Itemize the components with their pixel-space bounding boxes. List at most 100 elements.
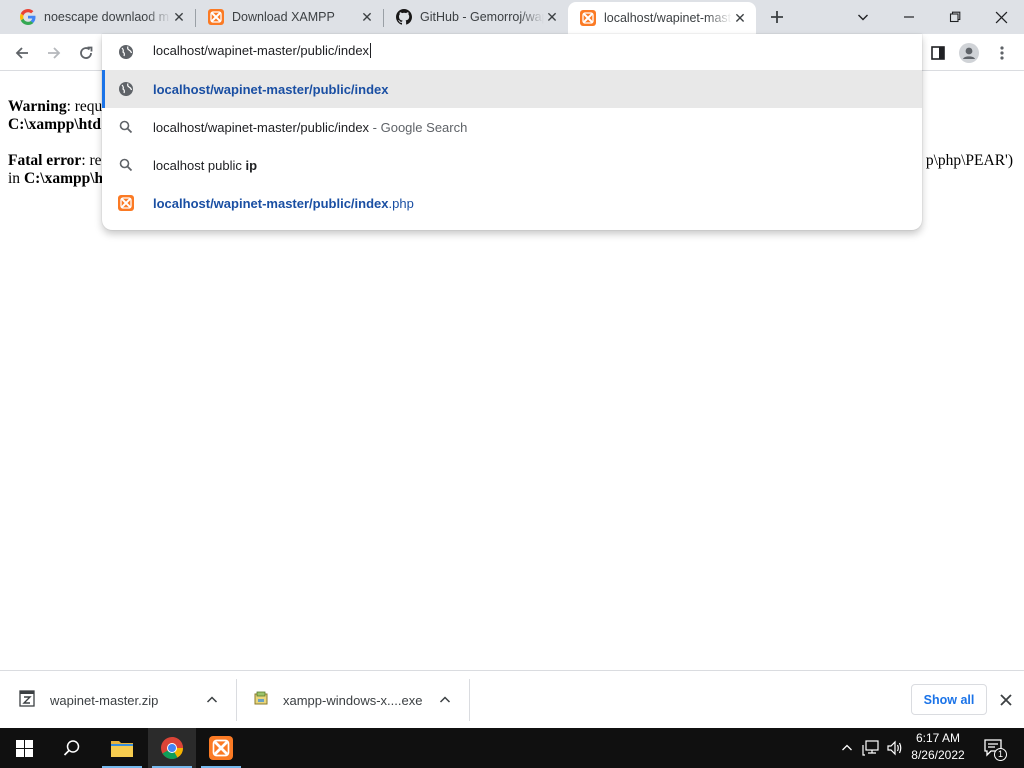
fatal-error-tail: p\php\PEAR')	[925, 152, 1013, 169]
fatal-path: C:\xampp\h	[23, 170, 104, 187]
download-filename: wapinet-master.zip	[50, 692, 159, 708]
windows-logo-icon	[15, 739, 33, 757]
network-button[interactable]	[860, 728, 882, 768]
arrow-right-icon	[48, 47, 61, 59]
tab-download-xampp[interactable]: Download XAMPP ✕	[196, 0, 383, 34]
address-bar[interactable]: localhost/wapinet-master/public/index	[102, 34, 922, 70]
folder-icon	[111, 741, 133, 757]
close-icon[interactable]: ✕	[359, 9, 375, 25]
download-separator	[236, 679, 237, 721]
xampp-icon	[118, 195, 134, 211]
suggestion-item[interactable]: localhost public ip	[102, 146, 922, 184]
xampp-taskbar-button[interactable]	[197, 728, 245, 768]
warning-path: C:\xampp\htd	[8, 116, 102, 133]
search-button[interactable]	[48, 728, 96, 768]
chrome-icon	[161, 737, 183, 759]
fatal-error-line: Fatal error: re	[8, 152, 102, 170]
text-caret	[370, 43, 372, 58]
warning-label: Warning	[8, 98, 67, 115]
tab-title: GitHub - Gemorroj/wapinet	[420, 10, 544, 24]
close-icon[interactable]	[996, 690, 1016, 710]
suggestion-item[interactable]: localhost/wapinet-master/public/index - …	[102, 108, 922, 146]
plus-icon	[771, 11, 783, 23]
warning-text: : requ	[66, 98, 103, 115]
show-all-button[interactable]: Show all	[911, 684, 987, 715]
tab-title: localhost/wapinet-master/public/index	[604, 11, 732, 25]
warning-path-line: C:\xampp\htd	[8, 116, 101, 134]
network-icon	[862, 740, 879, 756]
suggestion-item[interactable]: localhost/wapinet-master/public/index	[102, 70, 922, 108]
globe-icon	[118, 81, 134, 97]
download-separator	[469, 679, 470, 721]
action-center-button[interactable]: 1	[982, 728, 1007, 768]
system-clock[interactable]: 6:17 AM 8/26/2022	[898, 730, 978, 766]
address-input-text: localhost/wapinet-master/public/index	[153, 43, 370, 58]
github-icon	[396, 9, 412, 25]
download-item[interactable]: xampp-windows-x....exe	[253, 679, 463, 721]
google-icon	[20, 9, 36, 25]
close-icon[interactable]: ✕	[171, 9, 187, 25]
windows-taskbar: 6:17 AM 8/26/2022 1	[0, 728, 1024, 768]
fatal-in-text: in	[8, 170, 24, 187]
chrome-taskbar-button[interactable]	[148, 728, 196, 768]
download-shelf: wapinet-master.zip xampp-windows-x....ex…	[0, 670, 1024, 728]
close-icon[interactable]: ✕	[544, 9, 560, 25]
fatal-error-label: Fatal error	[8, 152, 82, 169]
suggestion-suffix: - Google Search	[369, 119, 468, 135]
suggestion-url-suffix: .php	[388, 195, 414, 211]
xampp-icon	[209, 736, 233, 760]
suggestion-text: localhost public ip	[153, 158, 257, 173]
tab-search-button[interactable]	[840, 0, 886, 34]
tab-localhost-active[interactable]: localhost/wapinet-master/public/index ✕	[568, 2, 756, 34]
back-button[interactable]	[9, 40, 35, 66]
forward-button[interactable]	[41, 40, 67, 66]
close-icon	[995, 11, 1007, 23]
close-window-button[interactable]	[978, 0, 1024, 34]
notification-badge: 1	[994, 748, 1007, 761]
restore-button[interactable]	[932, 0, 978, 34]
tab-title: Download XAMPP	[232, 10, 335, 24]
reload-icon	[80, 46, 93, 59]
address-input[interactable]: localhost/wapinet-master/public/index	[153, 43, 372, 58]
avatar-icon	[959, 43, 979, 63]
tab-google-search[interactable]: noescape downlaod m ✕	[8, 0, 195, 34]
menu-button[interactable]	[989, 40, 1015, 66]
xampp-icon	[208, 9, 224, 25]
close-icon[interactable]: ✕	[732, 10, 748, 26]
minimize-button[interactable]	[886, 0, 932, 34]
tab-github[interactable]: GitHub - Gemorroj/wapinet ✕	[384, 0, 568, 34]
new-tab-button[interactable]	[766, 6, 788, 28]
omnibox-dropdown: localhost/wapinet-master/public/index lo…	[102, 34, 922, 230]
tab-title: noescape downlaod m	[44, 10, 170, 24]
side-panel-icon	[931, 46, 945, 60]
suggestion-completion: ip	[245, 157, 258, 173]
globe-icon	[118, 44, 134, 65]
file-explorer-button[interactable]	[98, 728, 146, 768]
zip-file-icon	[18, 689, 36, 711]
clock-time: 6:17 AM	[915, 731, 961, 745]
arrow-left-icon	[15, 47, 28, 59]
download-item[interactable]: wapinet-master.zip	[18, 679, 228, 721]
suggestion-item[interactable]: localhost/wapinet-master/public/index.ph…	[102, 184, 922, 222]
show-hidden-icons-button[interactable]	[838, 728, 856, 768]
suggestion-query: localhost public	[153, 157, 246, 173]
chevron-up-icon[interactable]	[204, 692, 220, 708]
minimize-icon	[904, 16, 914, 18]
chevron-up-icon[interactable]	[437, 692, 453, 708]
search-icon	[118, 119, 134, 135]
fatal-path-line: in C:\xampp\h	[8, 170, 103, 188]
reload-button[interactable]	[73, 40, 99, 66]
fatal-error-text: : re	[81, 152, 102, 169]
profile-button[interactable]	[956, 40, 982, 66]
suggestion-url: localhost/wapinet-master/public/index	[153, 81, 389, 97]
chevron-up-icon	[842, 744, 852, 751]
chevron-down-icon	[858, 14, 868, 21]
suggestion-text: localhost/wapinet-master/public/index.ph…	[153, 196, 414, 211]
start-button[interactable]	[0, 728, 48, 768]
search-icon	[118, 157, 134, 173]
suggestion-url: localhost/wapinet-master/public/index	[153, 195, 389, 211]
search-icon	[63, 740, 80, 756]
side-panel-button[interactable]	[925, 40, 951, 66]
download-filename: xampp-windows-x....exe	[283, 692, 423, 708]
restore-icon	[949, 11, 961, 23]
